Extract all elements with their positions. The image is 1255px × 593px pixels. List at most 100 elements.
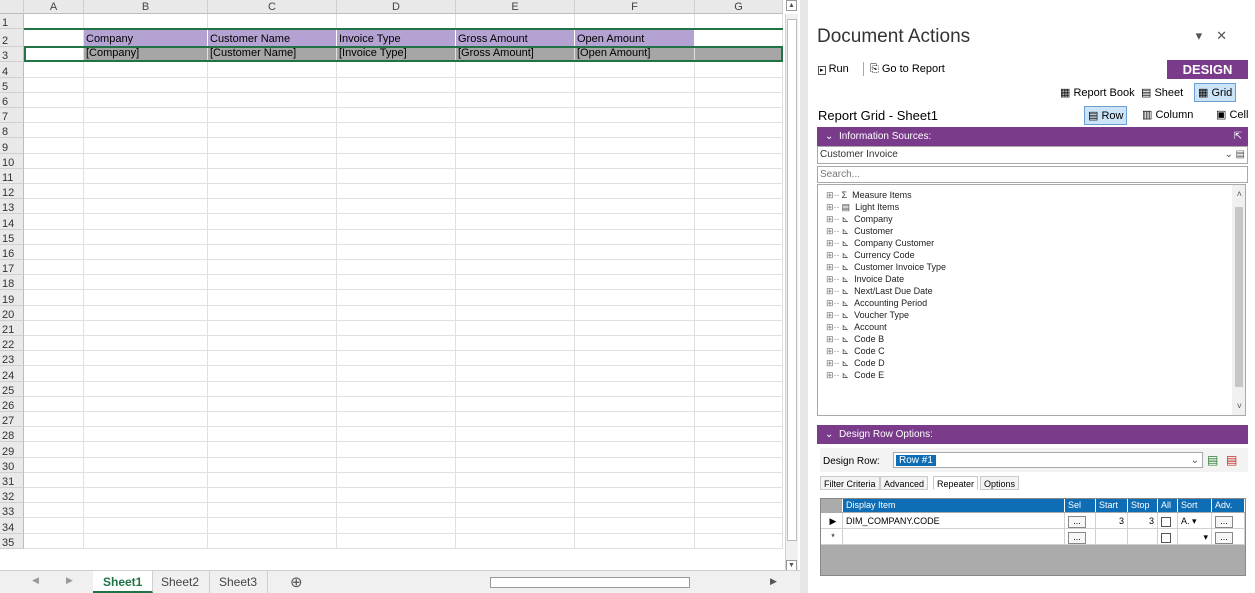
dropdown-icon[interactable]: ▾ xyxy=(1196,28,1217,43)
cell[interactable] xyxy=(24,305,84,321)
column-header[interactable]: E xyxy=(456,0,575,14)
cell[interactable] xyxy=(456,351,575,367)
cell[interactable] xyxy=(24,472,84,488)
cell[interactable] xyxy=(575,305,695,321)
cell[interactable] xyxy=(575,503,695,519)
cell[interactable] xyxy=(456,214,575,230)
expand-icon[interactable]: ⊞·· xyxy=(826,334,840,344)
start-cell[interactable]: 3 xyxy=(1096,513,1128,529)
row-header[interactable]: 5 xyxy=(0,77,24,93)
cell[interactable] xyxy=(337,442,456,458)
cell[interactable] xyxy=(84,457,208,473)
cell[interactable] xyxy=(575,260,695,276)
tab-sheet2[interactable]: Sheet2 xyxy=(151,571,211,593)
cell[interactable] xyxy=(575,488,695,504)
cell[interactable] xyxy=(337,381,456,397)
cell[interactable] xyxy=(208,533,337,549)
cell[interactable] xyxy=(695,442,783,458)
cell[interactable] xyxy=(24,412,84,428)
cell[interactable] xyxy=(695,305,783,321)
row-header[interactable]: 22 xyxy=(0,336,24,352)
cell[interactable] xyxy=(208,518,337,534)
expand-icon[interactable]: ⊞·· xyxy=(826,298,840,308)
tree-item[interactable]: ⊞·· ▤ Light Items xyxy=(818,201,1245,213)
all-checkbox-new[interactable] xyxy=(1161,532,1171,543)
cell-button[interactable]: ▣ Cell xyxy=(1216,108,1248,121)
cell[interactable] xyxy=(575,108,695,124)
cell[interactable] xyxy=(575,412,695,428)
cell[interactable] xyxy=(575,138,695,154)
cell[interactable] xyxy=(695,229,783,245)
cell[interactable] xyxy=(208,320,337,336)
cell[interactable] xyxy=(456,503,575,519)
cell[interactable] xyxy=(208,366,337,382)
row-header[interactable]: 10 xyxy=(0,153,24,169)
tree-item[interactable]: ⊞·· ⊾ Customer Invoice Type xyxy=(818,261,1245,273)
cell[interactable] xyxy=(24,290,84,306)
tree-scroll-down-icon[interactable]: ˅ xyxy=(1237,401,1242,411)
cell[interactable] xyxy=(575,290,695,306)
row-header[interactable]: 29 xyxy=(0,442,24,458)
cell[interactable] xyxy=(24,153,84,169)
dropdown-icon[interactable]: ▾ xyxy=(1203,532,1208,542)
cell[interactable] xyxy=(456,305,575,321)
source-select[interactable]: Customer Invoice ⌄ ▤ xyxy=(817,146,1248,164)
start-cell-new[interactable] xyxy=(1096,529,1128,545)
cell[interactable] xyxy=(24,518,84,534)
tree-item[interactable]: ⊞·· ⊾ Invoice Date xyxy=(818,273,1245,285)
row-header[interactable]: 12 xyxy=(0,184,24,200)
cell[interactable] xyxy=(24,336,84,352)
cell[interactable] xyxy=(456,168,575,184)
cell[interactable] xyxy=(84,488,208,504)
cell[interactable] xyxy=(695,29,783,48)
cell[interactable] xyxy=(24,168,84,184)
cell[interactable] xyxy=(24,62,84,78)
row-header[interactable]: 6 xyxy=(0,92,24,108)
cell[interactable] xyxy=(337,244,456,260)
cell[interactable] xyxy=(337,153,456,169)
tab-filter-criteria[interactable]: Filter Criteria xyxy=(820,476,880,490)
sel-cell[interactable]: ... xyxy=(1065,513,1096,529)
cell[interactable]: Company xyxy=(84,29,208,48)
row-header[interactable]: 19 xyxy=(0,290,24,306)
cell[interactable] xyxy=(208,472,337,488)
cell[interactable] xyxy=(337,472,456,488)
expand-icon[interactable]: ⊞·· xyxy=(826,238,840,248)
cell[interactable] xyxy=(337,199,456,215)
cell[interactable] xyxy=(456,336,575,352)
header-stop[interactable]: Stop xyxy=(1128,499,1158,512)
expand-icon[interactable]: ⊞·· xyxy=(826,214,840,224)
cell[interactable] xyxy=(24,244,84,260)
cell[interactable] xyxy=(575,351,695,367)
cell[interactable] xyxy=(84,123,208,139)
column-header[interactable]: G xyxy=(695,0,783,14)
tree-item[interactable]: ⊞·· ⊾ Code B xyxy=(818,333,1245,345)
design-row-select[interactable]: Row #1 ⌄ xyxy=(893,452,1203,468)
cell[interactable] xyxy=(695,92,783,108)
vertical-scrollbar[interactable]: ▲ ▼ xyxy=(785,0,798,571)
row-header[interactable]: 23 xyxy=(0,351,24,367)
cell[interactable] xyxy=(337,123,456,139)
sel-dots-button[interactable]: ... xyxy=(1068,515,1086,528)
cell[interactable] xyxy=(337,168,456,184)
cell[interactable] xyxy=(456,260,575,276)
cell[interactable] xyxy=(695,77,783,93)
tab-options[interactable]: Options xyxy=(980,476,1020,490)
cell[interactable] xyxy=(84,14,208,30)
expand-icon[interactable]: ⊞·· xyxy=(826,262,840,272)
cell[interactable] xyxy=(84,199,208,215)
cell[interactable] xyxy=(695,290,783,306)
sel-dots-button-new[interactable]: ... xyxy=(1068,531,1086,544)
cell[interactable] xyxy=(208,351,337,367)
cell[interactable] xyxy=(84,381,208,397)
cell[interactable] xyxy=(695,153,783,169)
tab-advanced[interactable]: Advanced xyxy=(880,476,929,490)
filter-icon[interactable]: ▤ xyxy=(1236,147,1245,163)
cell[interactable] xyxy=(456,153,575,169)
cell[interactable] xyxy=(84,427,208,443)
header-all[interactable]: All xyxy=(1158,499,1178,512)
cell[interactable] xyxy=(24,229,84,245)
cell[interactable] xyxy=(695,123,783,139)
cell[interactable] xyxy=(456,199,575,215)
header-adv[interactable]: Adv. xyxy=(1212,499,1245,512)
